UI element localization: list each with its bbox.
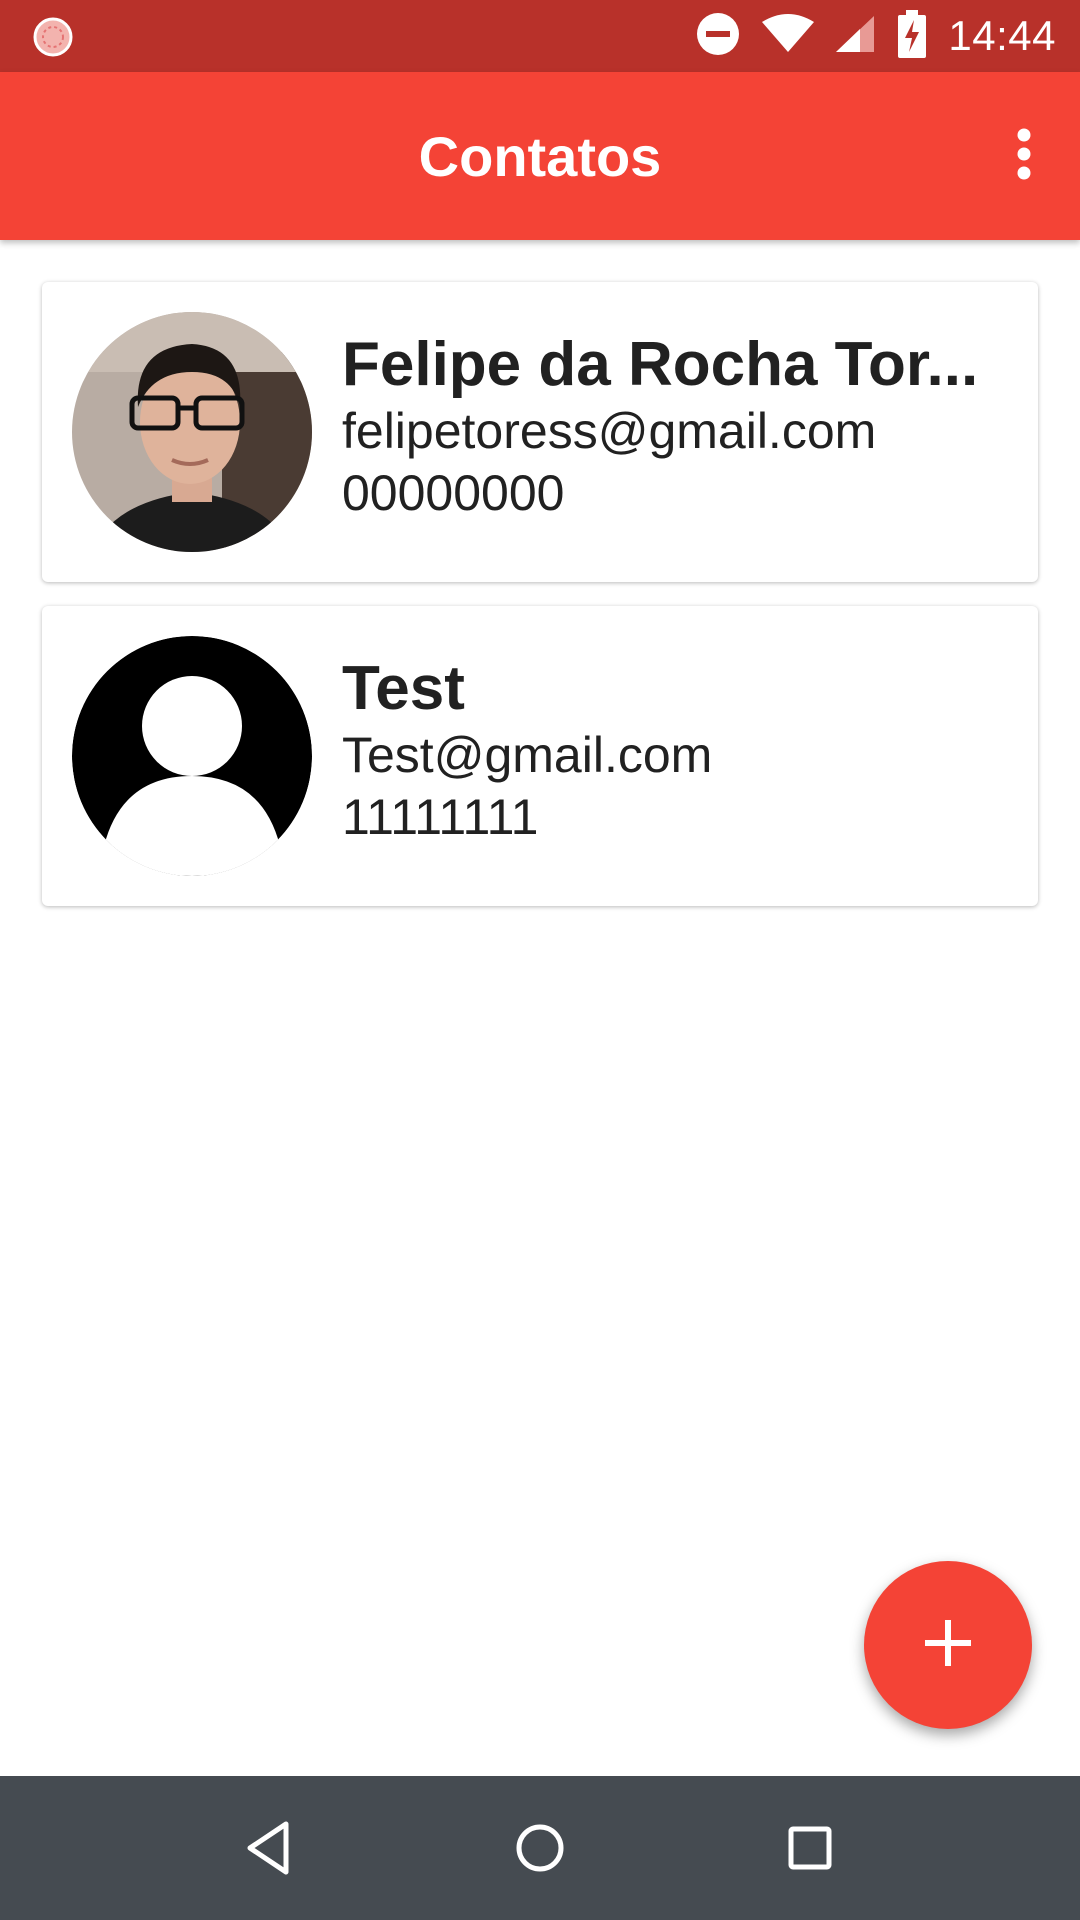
home-icon [508, 1824, 572, 1884]
wifi-icon [762, 13, 815, 59]
contact-card[interactable]: Felipe da Rocha Tor... felipetoress@gmai… [42, 282, 1038, 582]
page-title: Contatos [418, 124, 662, 188]
do-not-disturb-icon [696, 12, 740, 61]
app-notification-icon [32, 16, 74, 58]
more-vert-icon [1016, 128, 1032, 185]
contact-email: Test@gmail.com [342, 727, 713, 783]
contact-name: Felipe da Rocha Tor... [342, 330, 979, 399]
status-bar: 14:44 [0, 0, 1080, 72]
back-icon [238, 1821, 302, 1884]
app-bar: Contatos [0, 72, 1080, 240]
default-person-icon[interactable] [72, 636, 312, 876]
add-icon [925, 1619, 971, 1671]
back-button[interactable] [238, 1816, 302, 1880]
recents-icon [778, 1826, 842, 1884]
home-button[interactable] [508, 1816, 572, 1880]
overflow-menu-button[interactable] [994, 122, 1054, 190]
status-time: 14:44 [948, 12, 1056, 59]
cell-signal-icon [836, 14, 876, 59]
contact-name: Test [342, 654, 465, 723]
contact-phone: 11111111 [342, 789, 539, 845]
battery-charging-icon [898, 9, 927, 63]
nav-bar [0, 1776, 1080, 1920]
contact-card[interactable]: Test Test@gmail.com 11111111 [42, 606, 1038, 906]
avatar[interactable] [72, 312, 312, 552]
contact-email: felipetoress@gmail.com [342, 403, 877, 459]
contact-list: Felipe da Rocha Tor... felipetoress@gmai… [42, 282, 1038, 930]
contact-phone: 00000000 [342, 465, 565, 521]
add-contact-button[interactable] [864, 1561, 1032, 1729]
screen: 14:44 Contatos Felipe da Rocha Tor... fe… [0, 0, 1080, 1920]
recents-button[interactable] [778, 1816, 842, 1880]
